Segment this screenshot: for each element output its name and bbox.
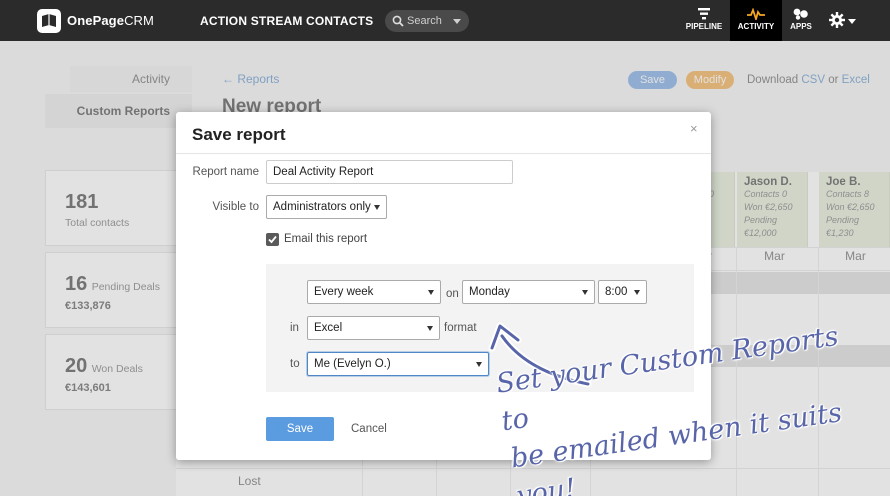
in-label: in [290, 322, 299, 334]
recipient-select[interactable]: Me (Evelyn O.) [307, 352, 489, 376]
checkmark-icon [268, 235, 277, 244]
day-select[interactable]: Monday [462, 280, 595, 304]
email-report-checkbox[interactable] [266, 233, 279, 246]
nav-apps[interactable]: APPS [786, 0, 816, 41]
to-label: to [290, 358, 300, 370]
search-input[interactable]: Search [385, 10, 469, 32]
email-report-label: Email this report [284, 233, 368, 245]
time-select[interactable]: 8:00 [598, 280, 647, 304]
search-icon [392, 15, 404, 27]
chevron-down-icon [476, 362, 482, 367]
chevron-down-icon [427, 326, 433, 331]
close-icon[interactable]: × [690, 121, 698, 136]
gear-icon[interactable] [829, 12, 845, 28]
frequency-select[interactable]: Every week [307, 280, 441, 304]
on-label: on [446, 288, 459, 300]
save-button[interactable]: Save [266, 417, 334, 441]
brand-name: OnePageCRM [67, 13, 154, 28]
dialog-title: Save report [192, 125, 286, 144]
report-name-input[interactable]: Deal Activity Report [266, 160, 513, 184]
dialog-divider [176, 153, 711, 154]
chevron-down-icon [428, 290, 434, 295]
top-navigation-bar: OnePageCRM ACTION STREAM CONTACTS Search… [0, 0, 890, 41]
chevron-down-icon [582, 290, 588, 295]
chevron-down-icon [634, 290, 640, 295]
report-name-label: Report name [192, 166, 259, 178]
cancel-button[interactable]: Cancel [351, 423, 387, 435]
visible-to-select[interactable]: Administrators only [266, 195, 387, 219]
nav-pipeline[interactable]: PIPELINE [682, 0, 726, 41]
chevron-down-icon [374, 205, 380, 210]
activity-pulse-icon [747, 8, 765, 20]
format-select[interactable]: Excel [307, 316, 440, 340]
search-placeholder: Search [407, 15, 442, 27]
chevron-down-icon [453, 19, 461, 24]
apps-icon [793, 8, 808, 20]
pipeline-icon [698, 8, 710, 20]
logo-icon[interactable] [37, 9, 61, 33]
nav-action-stream[interactable]: ACTION STREAM [200, 14, 303, 28]
nav-activity[interactable]: ACTIVITY [730, 0, 782, 41]
nav-contacts[interactable]: CONTACTS [306, 14, 373, 28]
format-label: format [444, 322, 477, 334]
settings-chevron-down-icon [848, 19, 856, 24]
visible-to-label: Visible to [212, 201, 259, 213]
